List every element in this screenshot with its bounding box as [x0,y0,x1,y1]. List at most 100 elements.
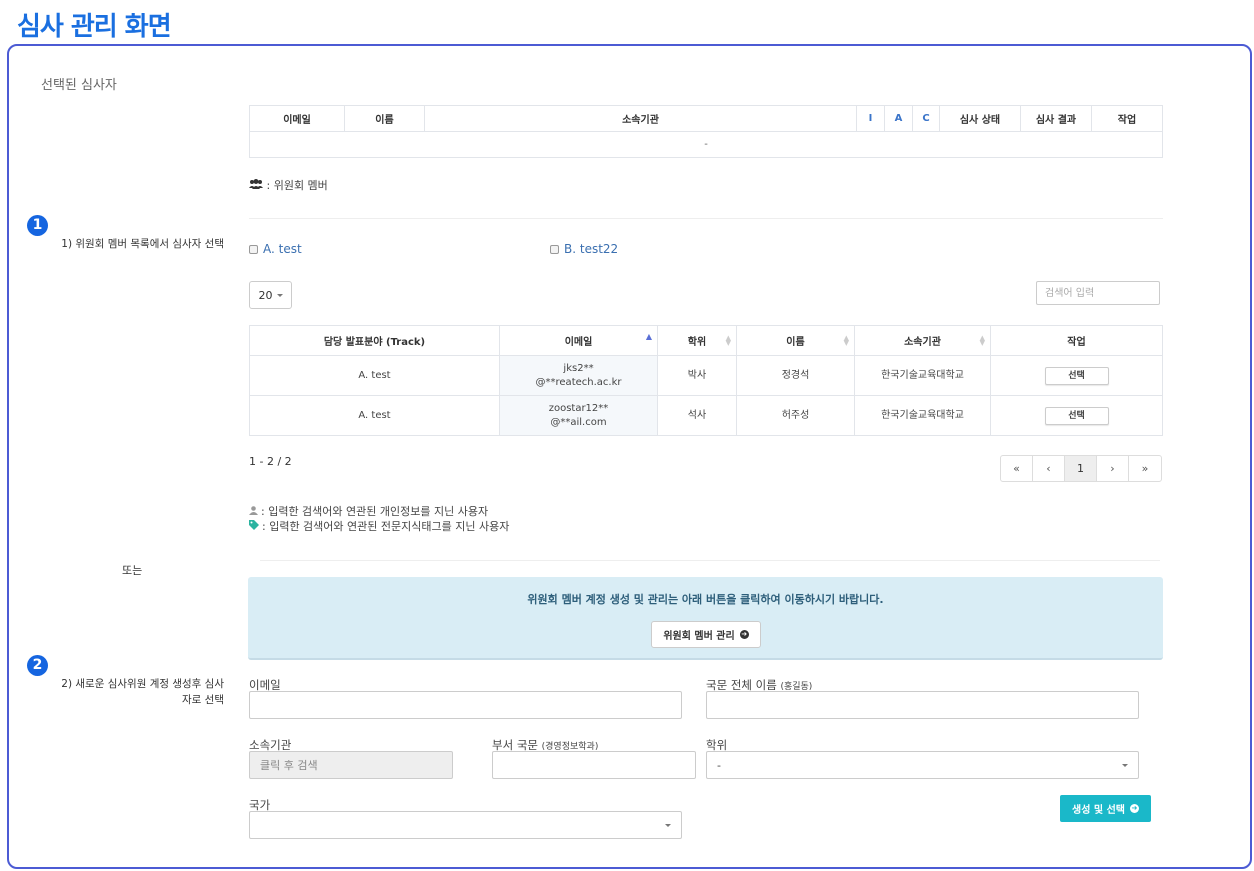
caret-down-icon [1122,763,1128,767]
col-action: 작업 [1091,105,1163,132]
col-name-label: 이름 [786,337,805,348]
col-track[interactable]: 담당 발표분야 (Track) [249,325,500,356]
pagination: « ‹ 1 › » [1000,455,1162,482]
track-cell: A. test [249,355,500,396]
note-tag-text: : 입력한 검색어와 연관된 전문지식태그를 지닌 사용자 [262,520,510,533]
col-degree-label: 학위 [687,337,707,348]
or-label: 또는 [122,564,143,577]
col-email: 이메일 [249,105,345,132]
col-name[interactable]: 이름 ▲ ▼ [736,325,855,356]
committee-manage-label: 위원회 멤버 관리 [663,631,735,642]
committee-legend-text: : 위원회 멤버 [266,179,328,192]
degree-cell: 석사 [657,395,737,436]
page-size-value: 20 [258,288,273,302]
page-title: 심사 관리 화면 [17,12,172,42]
tag-icon [249,519,259,533]
select-button[interactable]: 선택 [1044,366,1109,385]
name-cell: 허주성 [736,395,855,436]
members-table: 담당 발표분야 (Track) 이메일 ▲ 학위 ▲ ▼ 이름 ▲ ▼ 소속기관 ▲ ▼ 작업… [249,325,1163,436]
note-personal-text: : 입력한 검색어와 연관된 개인정보를 지닌 사용자 [261,505,489,518]
dept-field[interactable] [492,751,696,779]
col-org: 소속기관 [424,105,857,132]
search-input[interactable] [1036,281,1160,305]
table-row: - [249,131,1163,158]
note-personal: : 입력한 검색어와 연관된 개인정보를 지닌 사용자 [249,503,488,519]
committee-legend: : 위원회 멤버 [249,177,328,193]
page-size-select[interactable]: 20 [249,281,292,309]
col-review-status: 심사 상태 [939,105,1021,132]
degree-value: - [717,758,721,772]
track-checkbox-b[interactable]: B. test22 [550,242,618,256]
org-search-field[interactable]: 클릭 후 검색 [249,751,453,779]
sort-icon: ▲ ▼ [843,334,849,347]
step2-label: 2) 새로운 심사위원 계정 생성후 심사 자로 선택 [24,676,224,708]
table-header-row: 이메일 이름 소속기관 I A C 심사 상태 심사 결과 작업 [249,105,1163,132]
col-org[interactable]: 소속기관 ▲ ▼ [854,325,991,356]
sort-icon: ▲ ▼ [979,334,985,347]
caret-down-icon [276,293,283,297]
track-label: B. test22 [564,242,619,256]
arrow-right-circle-icon: ➜ [739,630,749,639]
track-checkbox-a[interactable]: A. test [249,242,302,256]
page-1-button[interactable]: 1 [1065,456,1097,481]
checkbox-icon[interactable] [550,244,559,254]
note-tag: : 입력한 검색어와 연관된 전문지식태그를 지닌 사용자 [249,518,509,534]
selected-reviewers-table: 이메일 이름 소속기관 I A C 심사 상태 심사 결과 작업 - [249,105,1163,158]
email-line2: @**ail.com [550,416,607,428]
table-row: A. test jks2** @**reatech.ac.kr 박사 정경석 한국… [249,355,1163,396]
col-email[interactable]: 이메일 ▲ [499,325,658,356]
section-title: 선택된 심사자 [41,78,117,93]
full-name-field[interactable] [706,691,1139,719]
next-page-button[interactable]: › [1097,456,1129,481]
create-button-label: 생성 및 선택 [1072,805,1125,816]
action-cell: 선택 [990,395,1163,436]
step2-badge: 2 [27,655,48,676]
last-page-button[interactable]: » [1129,456,1161,481]
divider [249,218,1163,219]
degree-select[interactable]: - [706,751,1139,779]
country-select[interactable] [249,811,682,839]
info-text: 위원회 멤버 계정 생성 및 관리는 아래 버튼을 클릭하여 이동하시기 바랍니… [527,593,884,606]
col-review-result: 심사 결과 [1020,105,1092,132]
col-i: I [856,105,885,132]
col-a: A [884,105,913,132]
committee-manage-button[interactable]: 위원회 멤버 관리 ➜ [651,621,761,648]
table-row: A. test zoostar12** @**ail.com 석사 허주성 한국기… [249,395,1163,436]
first-page-button[interactable]: « [1001,456,1033,481]
select-button[interactable]: 선택 [1044,406,1109,425]
org-placeholder: 클릭 후 검색 [260,759,318,772]
col-c: C [912,105,940,132]
email-field[interactable] [249,691,682,719]
arrow-right-circle-icon: ➜ [1129,804,1139,813]
divider [260,560,1160,561]
create-and-select-button[interactable]: 생성 및 선택 ➜ [1060,795,1151,822]
org-cell: 한국기술교육대학교 [854,395,991,436]
col-action: 작업 [990,325,1163,356]
col-track-label: 담당 발표분야 (Track) [323,337,426,348]
email-line1: jks2** [563,362,594,374]
sort-asc-icon: ▲ [645,332,652,341]
sort-icon: ▲ ▼ [725,334,731,347]
email-line2: @**reatech.ac.kr [535,376,622,388]
action-cell: 선택 [990,355,1163,396]
step2-label-line1: 2) 새로운 심사위원 계정 생성후 심사 [61,678,224,690]
empty-cell: - [249,131,1163,158]
checkbox-icon[interactable] [249,244,258,254]
step2-label-line2: 자로 선택 [182,694,224,706]
dept-label-text: 부서 국문 [492,738,538,752]
name-cell: 정경석 [736,355,855,396]
prev-page-button[interactable]: ‹ [1033,456,1065,481]
info-alert: 위원회 멤버 계정 생성 및 관리는 아래 버튼을 클릭하여 이동하시기 바랍니… [248,577,1163,660]
user-icon [249,505,258,518]
track-cell: A. test [249,395,500,436]
name-label-text: 국문 전체 이름 [706,678,777,692]
col-name: 이름 [344,105,425,132]
col-email-label: 이메일 [564,337,593,348]
col-degree[interactable]: 학위 ▲ ▼ [657,325,737,356]
email-cell: jks2** @**reatech.ac.kr [499,355,658,396]
email-line1: zoostar12** [548,402,609,414]
table-header-row: 담당 발표분야 (Track) 이메일 ▲ 학위 ▲ ▼ 이름 ▲ ▼ 소속기관 ▲ ▼ 작업 [249,325,1163,356]
email-cell: zoostar12** @**ail.com [499,395,658,436]
track-label: A. test [263,242,302,256]
col-org-label: 소속기관 [904,337,941,348]
